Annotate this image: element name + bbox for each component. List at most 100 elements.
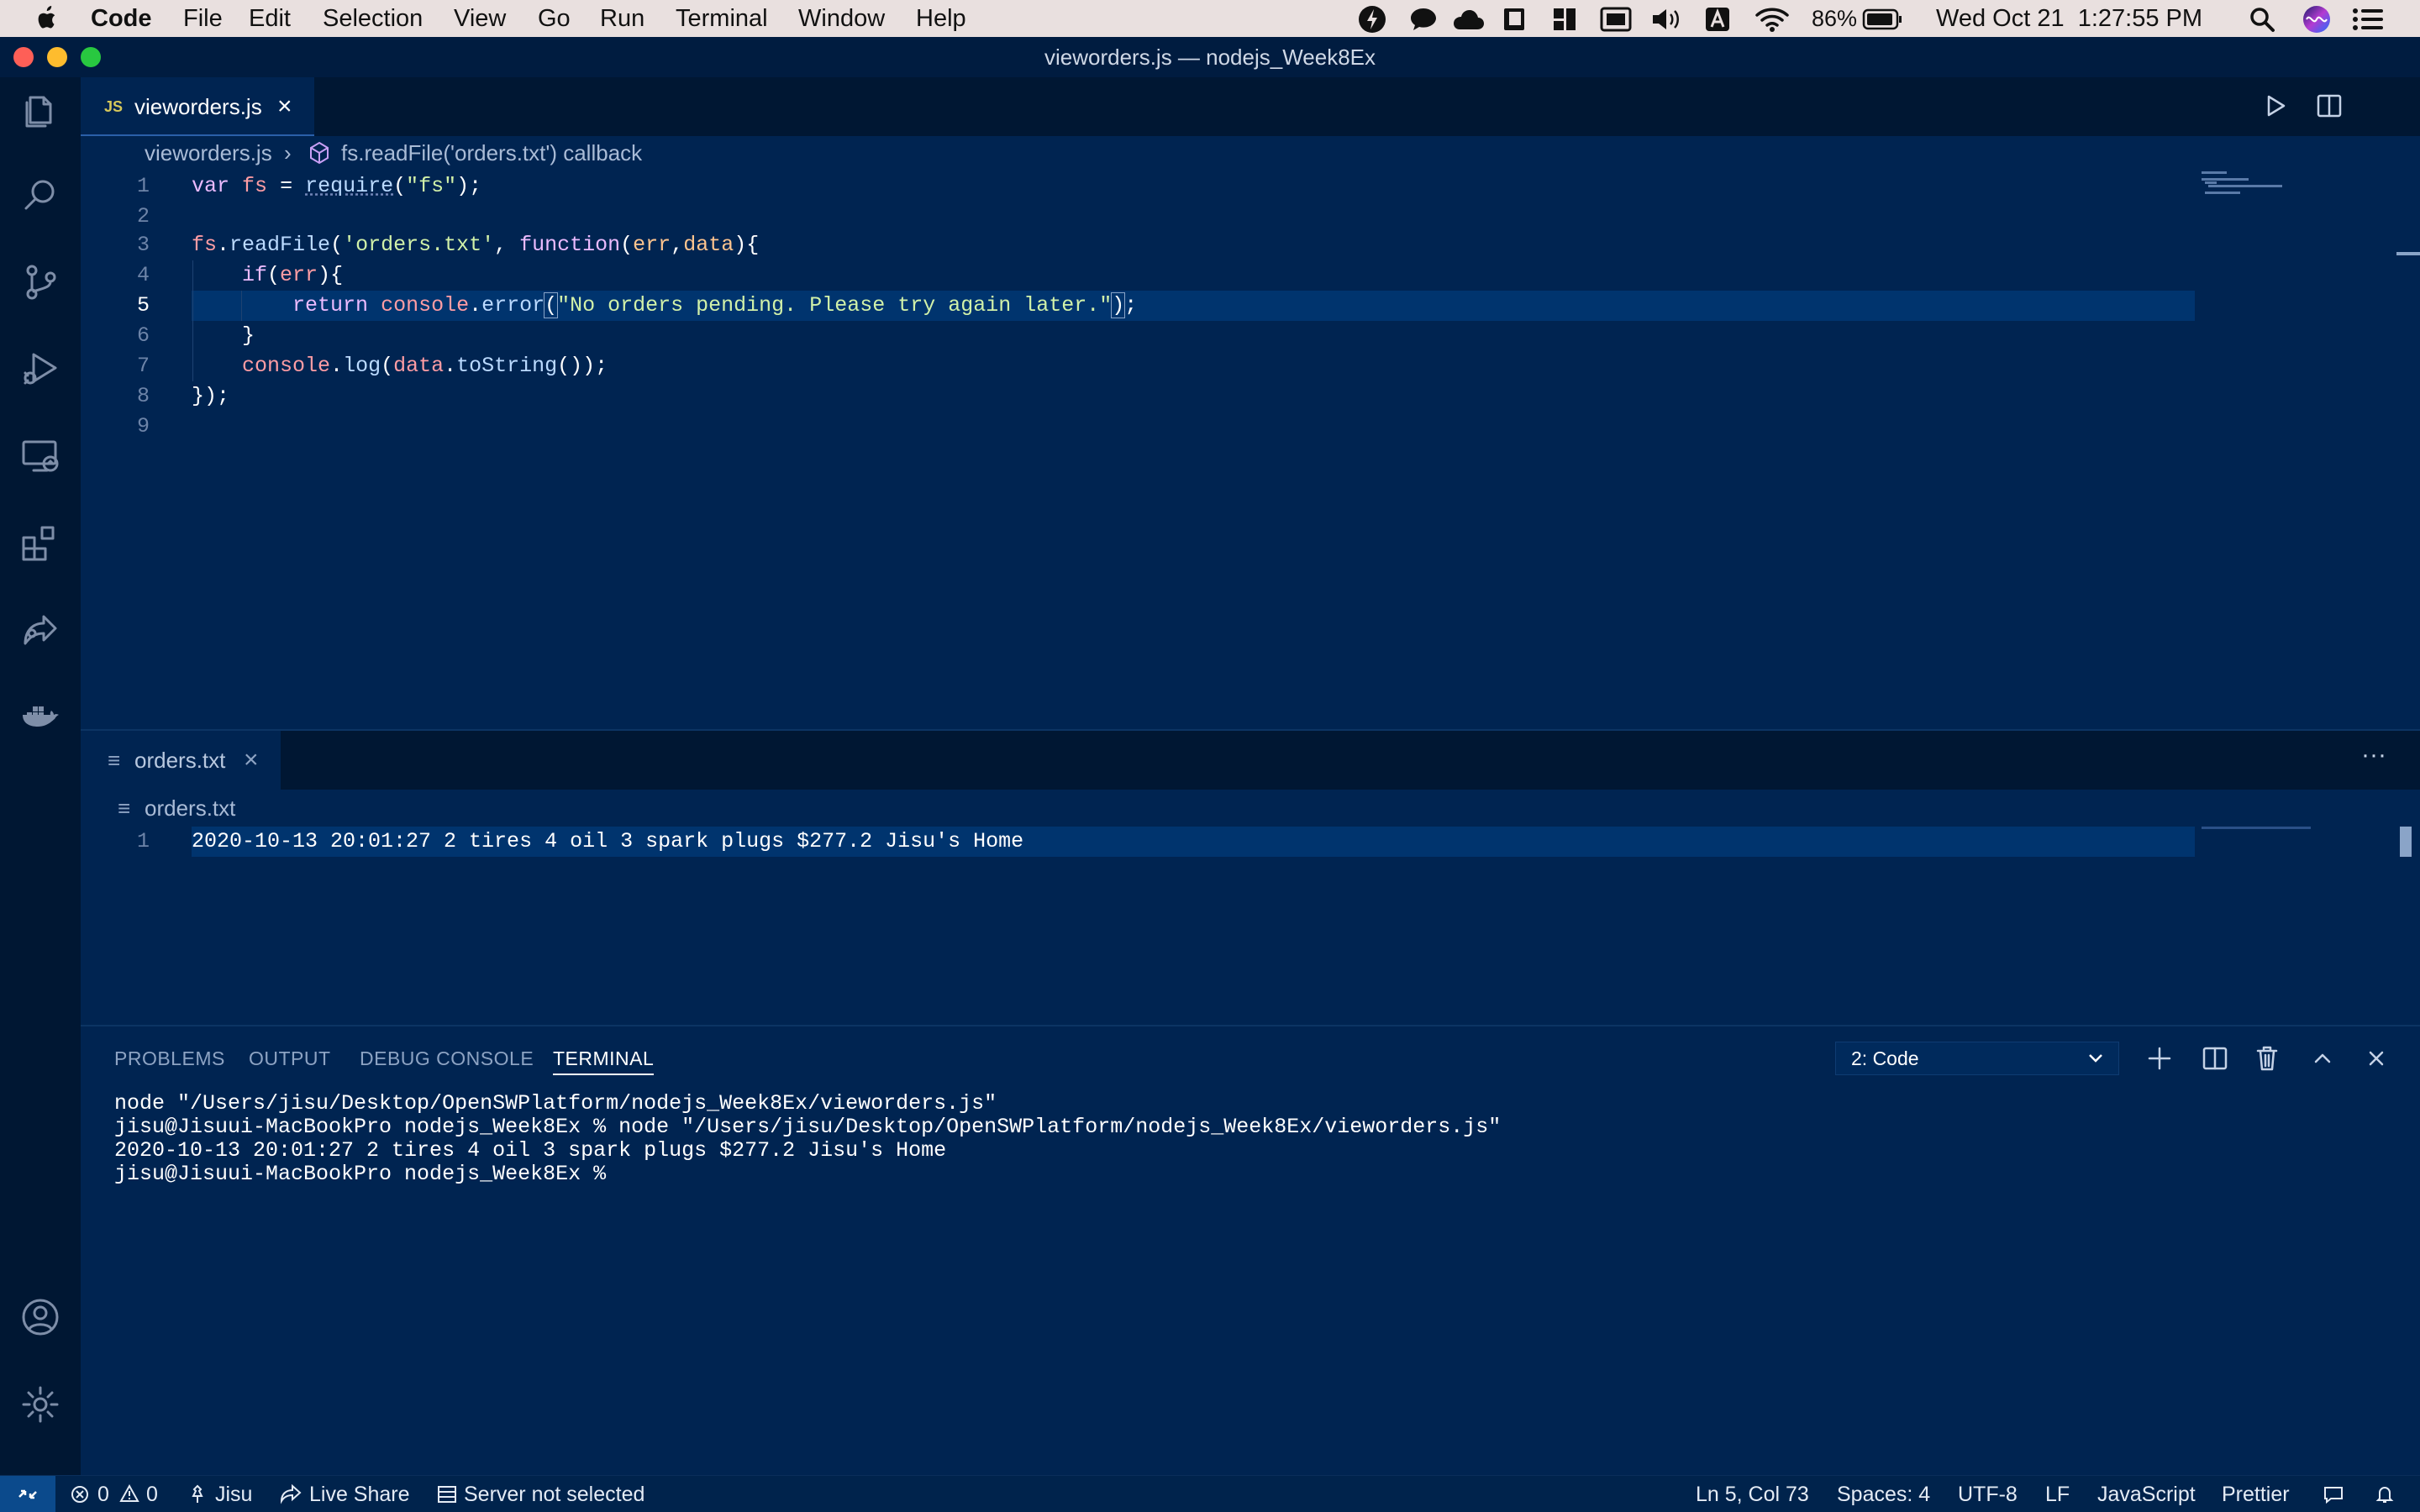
code-line[interactable]: });: [192, 381, 229, 412]
tab-label: vieworders.js: [134, 94, 262, 119]
menu-app-name[interactable]: Code: [91, 0, 152, 37]
line-number: 2: [136, 204, 150, 228]
close-panel-icon[interactable]: [2360, 1042, 2393, 1075]
status-user[interactable]: Jisu: [215, 1476, 252, 1512]
terminal-line: node "/Users/jisu/Desktop/OpenSWPlatform…: [114, 1091, 997, 1116]
book-icon[interactable]: [1501, 6, 1528, 33]
warning-count[interactable]: 0: [146, 1476, 158, 1512]
menu-window[interactable]: Window: [798, 0, 885, 37]
status-language[interactable]: JavaScript: [2097, 1476, 2196, 1512]
chat-bubble-icon[interactable]: [1408, 6, 1439, 33]
volume-icon[interactable]: [1650, 7, 1682, 32]
status-indentation[interactable]: Spaces: 4: [1837, 1476, 1930, 1512]
status-live-share[interactable]: Live Share: [309, 1476, 410, 1512]
minimap[interactable]: [2202, 827, 2311, 829]
panel-tab-output[interactable]: OUTPUT: [249, 1045, 331, 1072]
status-cursor-position[interactable]: Ln 5, Col 73: [1696, 1476, 1809, 1512]
cloud-icon[interactable]: [1450, 7, 1486, 32]
menu-view[interactable]: View: [454, 0, 506, 37]
new-terminal-icon[interactable]: [2143, 1042, 2176, 1075]
status-eol[interactable]: LF: [2045, 1476, 2070, 1512]
text-line[interactable]: 2020-10-13 20:01:27 2 tires 4 oil 3 spar…: [192, 827, 1023, 857]
code-line[interactable]: }: [192, 321, 255, 351]
terminal-prompt[interactable]: jisu@Jisuui-MacBookPro nodejs_Week8Ex %: [114, 1163, 618, 1186]
more-actions-icon[interactable]: ···: [2361, 743, 2386, 768]
window-titlebar: vieworders.js — nodejs_Week8Ex: [0, 37, 2420, 77]
terminal-select-value: 2: Code: [1851, 1047, 1919, 1069]
apple-icon[interactable]: [34, 5, 59, 32]
menu-terminal[interactable]: Terminal: [676, 0, 768, 37]
line-number: 1: [136, 174, 150, 198]
layout-grid-icon[interactable]: [1551, 6, 1578, 33]
menu-edit[interactable]: Edit: [249, 0, 291, 37]
pin-icon: [192, 1484, 203, 1503]
tab-orders-txt[interactable]: ≡ orders.txt ×: [81, 731, 281, 790]
remote-explorer-icon[interactable]: [20, 435, 60, 475]
battery-icon[interactable]: [1862, 8, 1902, 30]
explorer-icon[interactable]: [20, 89, 60, 129]
kill-terminal-trash-icon[interactable]: [2250, 1042, 2284, 1075]
menu-help[interactable]: Help: [916, 0, 966, 37]
line-number: 4: [136, 263, 150, 287]
remote-indicator[interactable]: [0, 1476, 55, 1512]
breadcrumb-file[interactable]: orders.txt: [145, 793, 235, 823]
close-tab-icon[interactable]: ×: [244, 731, 259, 790]
wifi-icon[interactable]: [1754, 6, 1790, 33]
breadcrumb-file[interactable]: vieworders.js: [145, 138, 272, 168]
spotlight-search-icon[interactable]: [2249, 6, 2275, 33]
accounts-icon[interactable]: [20, 1297, 60, 1337]
maximize-window-button[interactable]: [81, 47, 101, 67]
maximize-panel-chevron-up-icon[interactable]: [2306, 1042, 2339, 1075]
display-icon[interactable]: [1600, 7, 1632, 32]
menubar-clock[interactable]: Wed Oct 21 1:27:55 PM: [1936, 0, 2202, 37]
panel-tab-problems[interactable]: PROBLEMS: [114, 1045, 225, 1072]
live-share-icon: [280, 1484, 302, 1504]
run-debug-icon[interactable]: [20, 348, 60, 388]
menu-file[interactable]: File: [183, 0, 223, 37]
panel-tab-terminal[interactable]: TERMINAL: [553, 1045, 655, 1075]
close-tab-icon[interactable]: ×: [277, 77, 292, 136]
split-terminal-icon[interactable]: [2198, 1042, 2232, 1075]
status-server[interactable]: Server not selected: [464, 1476, 644, 1512]
error-count[interactable]: 0: [97, 1476, 109, 1512]
menu-selection[interactable]: Selection: [323, 0, 423, 37]
feedback-icon[interactable]: [2323, 1484, 2344, 1504]
symbol-method-icon: [310, 141, 329, 165]
breadcrumb-symbol[interactable]: fs.readFile('orders.txt') callback: [341, 138, 642, 168]
panel-tab-debug-console[interactable]: DEBUG CONSOLE: [360, 1045, 534, 1072]
minimize-window-button[interactable]: [47, 47, 67, 67]
status-encoding[interactable]: UTF-8: [1958, 1476, 2018, 1512]
menu-go[interactable]: Go: [538, 0, 571, 37]
overview-ruler-marker: [2400, 827, 2412, 857]
status-formatter[interactable]: Prettier: [2222, 1476, 2290, 1512]
extensions-icon[interactable]: [20, 522, 60, 563]
control-center-icon[interactable]: [2351, 7, 2385, 32]
docker-icon[interactable]: [20, 696, 60, 736]
notifications-bell-icon[interactable]: [2375, 1484, 2395, 1504]
remote-icon: [18, 1489, 37, 1499]
breadcrumb-separator: ›: [284, 140, 292, 165]
line-number: 3: [136, 233, 150, 257]
line-number: 9: [136, 414, 150, 438]
editor-tabs-2: ≡ orders.txt × ···: [81, 731, 2420, 790]
code-line[interactable]: console.log(data.toString());: [192, 351, 608, 381]
split-editor-icon[interactable]: [2316, 92, 2343, 119]
source-control-icon[interactable]: [20, 262, 60, 302]
run-file-icon[interactable]: [2262, 92, 2289, 119]
code-line[interactable]: var fs = require("fs");: [192, 171, 481, 202]
input-source-icon[interactable]: [1704, 6, 1731, 33]
code-line[interactable]: fs.readFile('orders.txt', function(err,d…: [192, 230, 759, 260]
close-window-button[interactable]: [13, 47, 34, 67]
search-icon[interactable]: [20, 175, 60, 215]
menu-run[interactable]: Run: [600, 0, 644, 37]
siri-icon[interactable]: [2302, 5, 2331, 34]
terminal-select[interactable]: 2: Code: [1835, 1042, 2119, 1075]
code-line[interactable]: return console.error("No orders pending.…: [192, 291, 1137, 321]
minimap[interactable]: [2202, 171, 2282, 195]
code-line[interactable]: if(err){: [192, 260, 343, 291]
bolt-icon[interactable]: [1358, 5, 1386, 34]
tab-vieworders-js[interactable]: JS vieworders.js ×: [81, 77, 314, 136]
settings-gear-icon[interactable]: [20, 1384, 60, 1425]
line-number: 1: [136, 829, 150, 853]
live-share-icon[interactable]: [20, 610, 60, 650]
